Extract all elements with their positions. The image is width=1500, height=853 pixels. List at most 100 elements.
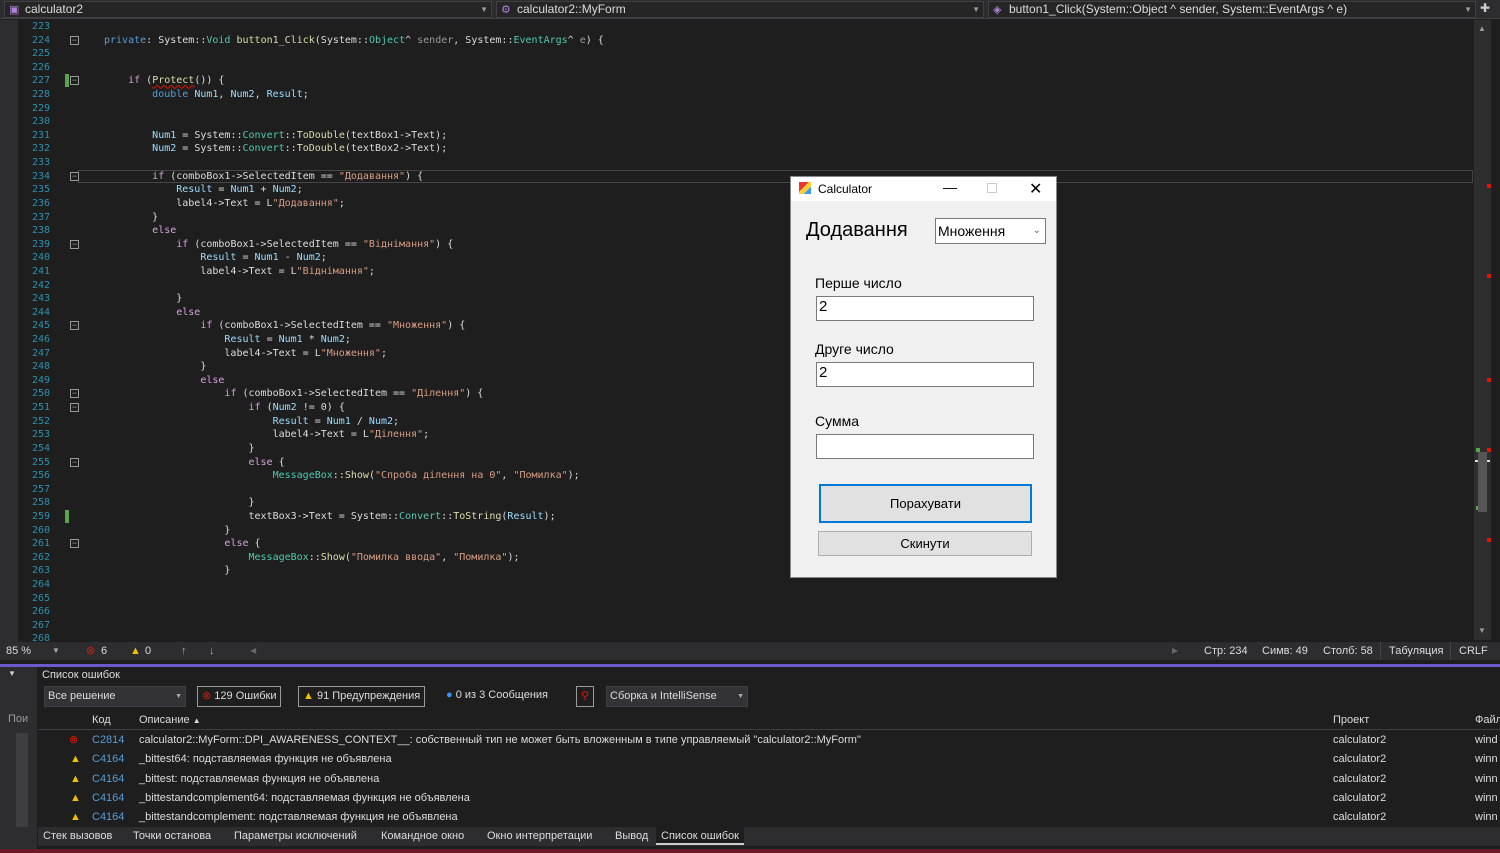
collapse-icon[interactable]: − <box>70 457 79 467</box>
code-editor[interactable]: 223 224− private: System::Void button1_Cli… <box>0 20 1474 644</box>
bottom-tab[interactable]: Стек вызовов <box>38 827 117 845</box>
collapse-icon[interactable]: − <box>70 321 79 331</box>
code-line[interactable]: label4->Text = L"Множення"; <box>104 347 387 361</box>
code-line[interactable]: else <box>104 306 200 320</box>
error-code[interactable]: C4164 <box>92 789 124 808</box>
scroll-up-icon[interactable]: ▲ <box>1478 24 1486 33</box>
warnings-filter-button[interactable]: ▲ 91 Предупреждения <box>298 686 426 707</box>
bottom-tab[interactable]: Командное окно <box>376 827 469 845</box>
code-line[interactable]: } <box>104 442 254 456</box>
scroll-down-icon[interactable]: ▼ <box>1478 626 1486 635</box>
scroll-thumb[interactable] <box>1478 452 1487 512</box>
error-row[interactable]: ▲ C4164 _bittest64: подставляемая функция … <box>38 750 1500 769</box>
collapse-icon[interactable]: − <box>70 171 79 181</box>
arrow-down-icon[interactable]: ↓ <box>209 642 215 660</box>
code-line[interactable]: MessageBox::Show("Помилка ввода", "Помил… <box>104 551 520 565</box>
error-row[interactable]: ▲ C4164 _bittestandcomplement64: подставля… <box>38 789 1500 808</box>
code-line[interactable]: MessageBox::Show("Спроба ділення на 0", … <box>104 469 580 483</box>
error-code[interactable]: C4164 <box>92 808 124 827</box>
bottom-tab[interactable]: Окно интерпретации <box>482 827 597 845</box>
vertical-scrollbar[interactable]: ▲ ▼ <box>1474 20 1491 640</box>
chevron-down-icon[interactable]: ▼ <box>52 642 60 660</box>
reset-button[interactable]: Скинути <box>818 531 1032 556</box>
bottom-tab[interactable]: Список ошибок <box>656 827 744 845</box>
code-line[interactable]: if (comboBox1->SelectedItem == "Додаванн… <box>104 170 423 184</box>
tabs-indicator[interactable]: Табуляция <box>1380 642 1443 660</box>
side-scrollbar[interactable] <box>16 733 28 827</box>
code-line[interactable]: if (comboBox1->SelectedItem == "Ділення"… <box>104 387 483 401</box>
operation-select[interactable]: Множення ⌄ <box>935 218 1046 244</box>
code-line[interactable]: double Num1, Num2, Result; <box>104 88 309 102</box>
messages-filter-button[interactable]: ● 0 из 3 Сообщения <box>446 686 548 707</box>
code-line[interactable]: if (comboBox1->SelectedItem == "Множення… <box>104 319 465 333</box>
error-code[interactable]: C4164 <box>92 770 124 789</box>
scroll-right-icon[interactable]: ▶ <box>1172 642 1178 660</box>
code-line[interactable]: Num2 = System::Convert::ToDouble(textBox… <box>104 142 447 156</box>
warning-count[interactable]: 0 <box>145 642 151 660</box>
code-line[interactable]: else { <box>104 537 260 551</box>
code-line[interactable]: Result = Num1 - Num2; <box>104 251 326 265</box>
eol-indicator[interactable]: CRLF <box>1450 642 1488 660</box>
bottom-tab[interactable]: Точки останова <box>128 827 216 845</box>
collapse-icon[interactable]: − <box>70 389 79 399</box>
column-file[interactable]: Файл <box>1475 711 1500 730</box>
bottom-tab[interactable]: Вывод <box>610 827 653 845</box>
errors-filter-button[interactable]: ⊗ 129 Ошибки <box>197 686 282 707</box>
zoom-level[interactable]: 85 % <box>6 642 31 660</box>
code-line[interactable]: label4->Text = L"Ділення"; <box>104 428 430 442</box>
code-line[interactable]: } <box>104 496 254 510</box>
code-line[interactable]: if (Protect()) { <box>104 74 224 88</box>
code-line[interactable]: else <box>104 224 176 238</box>
calculate-button[interactable]: Порахувати <box>819 484 1032 523</box>
code-line[interactable]: } <box>104 524 230 538</box>
column-description[interactable]: Описание ▲ <box>139 711 201 730</box>
collapse-icon[interactable]: − <box>70 403 79 413</box>
code-line[interactable]: if (comboBox1->SelectedItem == "Відніман… <box>104 238 453 252</box>
error-code[interactable]: C2814 <box>92 731 124 750</box>
class-dropdown[interactable]: ⚙ calculator2::MyForm ▼ <box>496 1 984 18</box>
code-line[interactable]: label4->Text = L"Віднімання"; <box>104 265 375 279</box>
code-line[interactable]: textBox3->Text = System::Convert::ToStri… <box>104 510 555 524</box>
maximize-button[interactable] <box>987 183 997 193</box>
split-icon[interactable]: ✚ <box>1480 1 1490 15</box>
scope-dropdown[interactable]: Все решение ▼ <box>44 686 186 707</box>
filter-icon[interactable]: ⚲ <box>576 686 595 707</box>
code-line[interactable]: else <box>104 374 224 388</box>
error-count[interactable]: 6 <box>101 642 107 660</box>
chevron-down-icon[interactable]: ▼ <box>8 669 16 678</box>
minimize-button[interactable]: — <box>943 179 957 195</box>
code-line[interactable]: label4->Text = L"Додавання"; <box>104 197 345 211</box>
sum-output[interactable] <box>816 434 1034 459</box>
collapse-icon[interactable]: − <box>70 539 79 549</box>
column-code[interactable]: Код <box>92 711 111 730</box>
code-line[interactable]: Num1 = System::Convert::ToDouble(textBox… <box>104 129 447 143</box>
arrow-up-icon[interactable]: ↑ <box>181 642 187 660</box>
error-row[interactable]: ▲ C4164 _bittest: подставляемая функция не… <box>38 770 1500 789</box>
code-line[interactable]: else { <box>104 456 285 470</box>
code-line[interactable]: Result = Num1 * Num2; <box>104 333 350 347</box>
error-row[interactable]: ▲ C4164 _bittestandcomplement: подставляем… <box>38 808 1500 827</box>
code-line[interactable]: Result = Num1 + Num2; <box>104 183 302 197</box>
collapse-icon[interactable]: − <box>70 76 79 86</box>
error-row[interactable]: ⊗ C2814 calculator2::MyForm::DPI_AWARENESS… <box>38 731 1500 750</box>
code-line[interactable]: } <box>104 211 158 225</box>
code-line[interactable]: private: System::Void button1_Click(Syst… <box>104 34 604 48</box>
scroll-left-icon[interactable]: ◀ <box>250 642 256 660</box>
code-line[interactable]: } <box>104 360 206 374</box>
collapse-icon[interactable]: − <box>70 239 79 249</box>
member-dropdown[interactable]: ◈ button1_Click(System::Object ^ sender, … <box>988 1 1476 18</box>
error-code[interactable]: C4164 <box>92 750 124 769</box>
close-button[interactable]: ✕ <box>1029 179 1042 199</box>
source-dropdown[interactable]: Сборка и IntelliSense ▼ <box>606 686 748 707</box>
code-line[interactable]: } <box>104 564 230 578</box>
code-line[interactable]: if (Num2 != 0) { <box>104 401 345 415</box>
bottom-tab[interactable]: Параметры исключений <box>229 827 362 845</box>
line-number: 234 <box>31 170 50 182</box>
second-number-input[interactable]: 2 <box>816 362 1034 387</box>
code-line[interactable]: Result = Num1 / Num2; <box>104 415 399 429</box>
code-line[interactable]: } <box>104 292 182 306</box>
project-dropdown[interactable]: ▣ calculator2 ▼ <box>4 1 492 18</box>
collapse-icon[interactable]: − <box>70 35 79 45</box>
first-number-input[interactable]: 2 <box>816 296 1034 321</box>
column-project[interactable]: Проект <box>1333 711 1369 730</box>
